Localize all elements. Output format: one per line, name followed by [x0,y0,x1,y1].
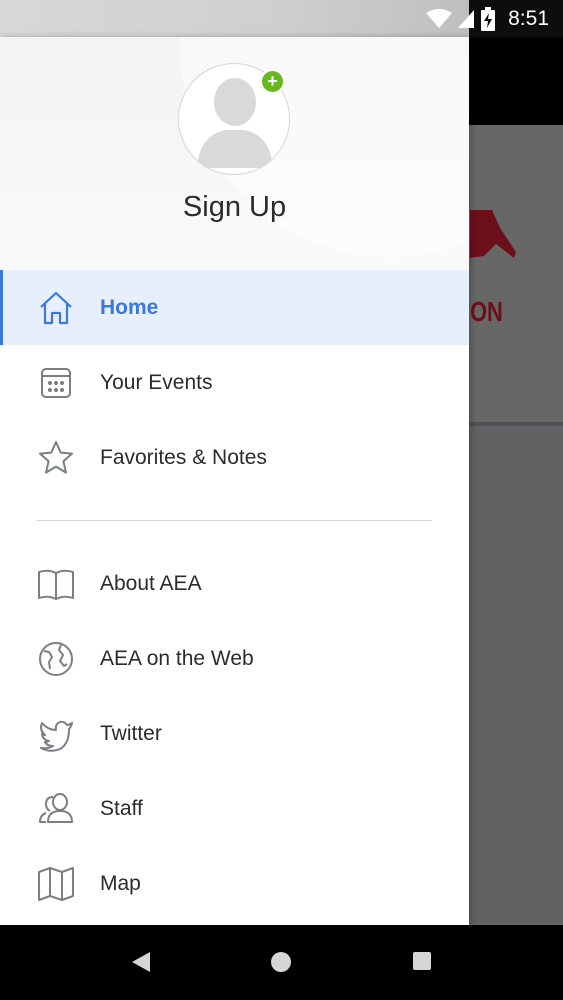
staff-icon [39,793,73,823]
back-icon[interactable] [130,951,152,973]
menu-item-staff[interactable]: Staff [0,771,469,846]
system-nav-bar [0,925,563,1000]
status-icons: 8:51 [426,0,549,37]
signal-icon [458,9,475,28]
home-icon [40,291,72,325]
home-circle-icon[interactable] [270,951,292,973]
menu-label-map: Map [100,871,141,895]
menu-divider [37,520,432,521]
status-bar: 8:51 [0,0,563,37]
navigation-drawer: + Sign Up Home Your Events Favorites & N… [0,37,469,925]
background-logo-text: ION [464,296,503,327]
menu-label-about-aea: About AEA [100,571,202,595]
menu-label-staff: Staff [100,796,143,820]
twitter-icon [40,720,73,752]
calendar-icon [41,368,71,398]
map-icon [38,867,74,901]
menu-label-favorites-notes: Favorites & Notes [100,445,267,469]
wifi-icon [426,8,453,28]
menu-item-home[interactable]: Home [0,270,469,345]
menu-item-favorites-notes[interactable]: Favorites & Notes [0,420,469,495]
menu-label-home: Home [100,295,159,319]
add-profile-badge[interactable]: + [260,69,285,94]
menu-label-twitter: Twitter [100,721,162,745]
menu-item-twitter[interactable]: Twitter [0,696,469,771]
globe-icon [39,642,73,676]
status-time: 8:51 [508,6,549,30]
recents-icon[interactable] [412,951,432,971]
star-icon [39,441,73,474]
menu-item-map[interactable]: Map [0,846,469,921]
menu-label-your-events: Your Events [100,370,213,394]
battery-charging-icon [481,6,496,31]
drawer-menu: Home Your Events Favorites & Notes About… [0,270,469,921]
menu-item-about-aea[interactable]: About AEA [0,546,469,621]
status-bar-drawer-overlay [0,0,469,37]
menu-item-aea-on-the-web[interactable]: AEA on the Web [0,621,469,696]
drawer-header: + Sign Up [0,37,469,270]
sign-up-button[interactable]: Sign Up [0,191,469,224]
menu-item-your-events[interactable]: Your Events [0,345,469,420]
book-icon [38,569,74,600]
menu-label-aea-on-the-web: AEA on the Web [100,646,254,670]
